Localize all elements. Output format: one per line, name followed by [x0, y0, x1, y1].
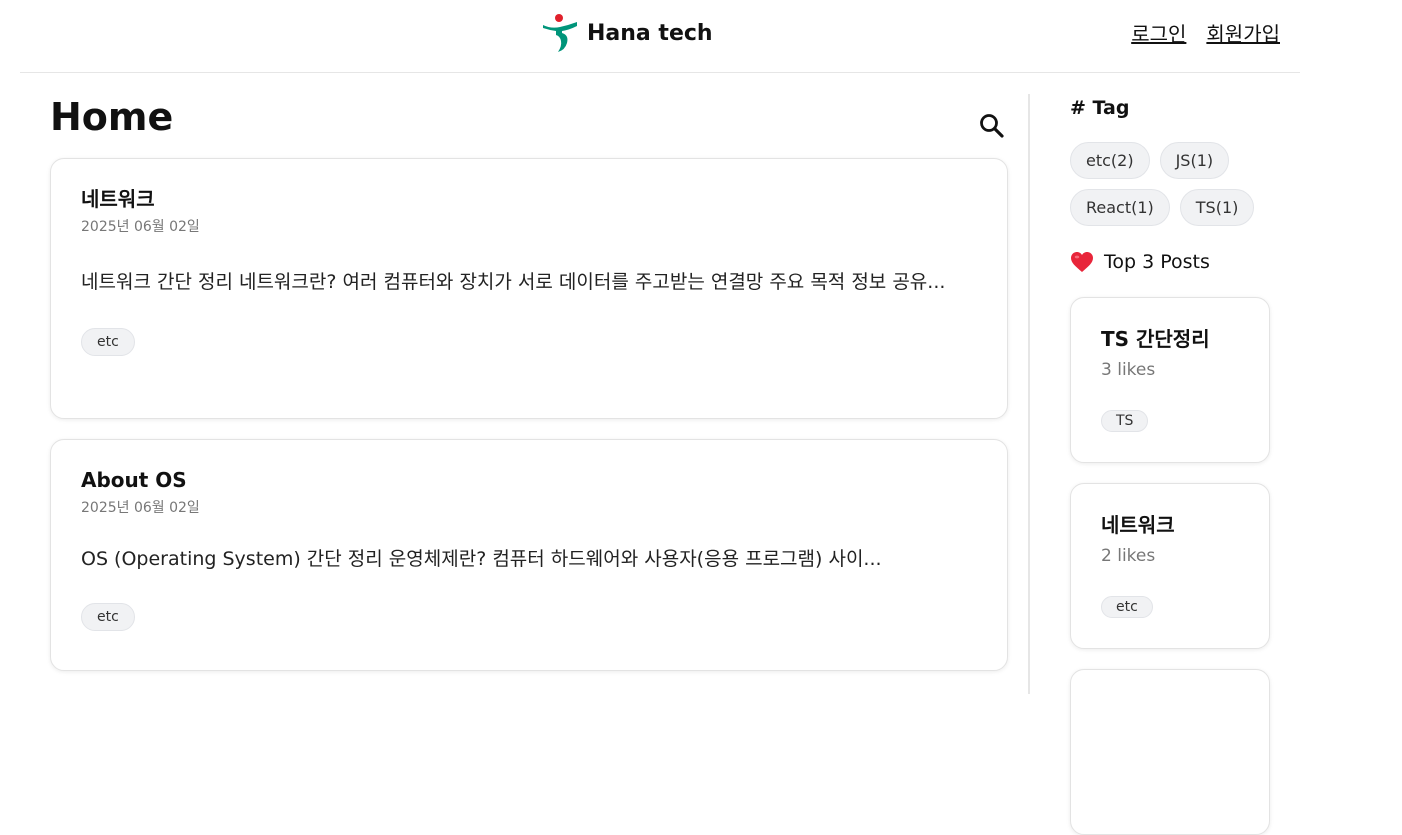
post-date: 2025년 06월 02일: [81, 500, 200, 516]
tag-filter-etc[interactable]: etc(2): [1070, 142, 1150, 179]
tag-filter-js[interactable]: JS(1): [1159, 142, 1230, 179]
top-posts-heading: Top 3 Posts: [1070, 248, 1290, 276]
tag-list: etc(2) JS(1) React(1) TS(1): [1070, 142, 1270, 226]
brand-name: Hana tech: [587, 20, 713, 46]
signup-link[interactable]: 회원가입: [1206, 18, 1280, 47]
post-title: 네트워크: [81, 187, 155, 211]
post-title: About OS: [81, 468, 187, 492]
auth-links: 로그인 회원가입: [1131, 18, 1280, 47]
top-post-tag: etc: [1101, 596, 1153, 618]
top-posts-label: Top 3 Posts: [1104, 251, 1210, 273]
top-post-card[interactable]: 네트워크 2 likes etc: [1070, 483, 1270, 649]
tag-filter-react[interactable]: React(1): [1070, 189, 1170, 226]
tag-filter-ts[interactable]: TS(1): [1179, 189, 1255, 226]
top-post-likes: 3 likes: [1101, 360, 1156, 380]
post-excerpt: OS (Operating System) 간단 정리 운영체제란? 컴퓨터 하…: [81, 548, 882, 570]
top-post-title: TS 간단정리: [1101, 327, 1210, 351]
post-tag[interactable]: etc: [81, 328, 135, 356]
heart-icon: [1071, 252, 1093, 272]
post-card[interactable]: About OS 2025년 06월 02일 OS (Operating Sys…: [50, 439, 1008, 671]
post-excerpt: 네트워크 간단 정리 네트워크란? 여러 컴퓨터와 장치가 서로 데이터를 주고…: [81, 271, 946, 293]
sidebar: # Tag etc(2) JS(1) React(1) TS(1) Top 3 …: [1070, 94, 1290, 835]
site-header: Hana tech 로그인 회원가입: [20, 0, 1300, 73]
brand-home-link[interactable]: Hana tech: [541, 12, 713, 54]
top-post-likes: 2 likes: [1101, 546, 1156, 566]
tag-heading: # Tag: [1070, 97, 1130, 119]
page-title: Home: [50, 95, 174, 139]
top-post-card[interactable]: TS 간단정리 3 likes TS: [1070, 297, 1270, 463]
hana-logo-icon: [543, 14, 577, 52]
post-date: 2025년 06월 02일: [81, 219, 200, 235]
login-link[interactable]: 로그인: [1131, 18, 1186, 47]
search-icon[interactable]: [976, 110, 1008, 142]
top-post-card[interactable]: [1070, 669, 1270, 835]
post-card[interactable]: 네트워크 2025년 06월 02일 네트워크 간단 정리 네트워크란? 여러 …: [50, 158, 1008, 419]
sidebar-divider: [1028, 94, 1030, 694]
post-tag[interactable]: etc: [81, 603, 135, 631]
top-post-tag: TS: [1101, 410, 1149, 432]
top-post-title: 네트워크: [1101, 513, 1175, 537]
